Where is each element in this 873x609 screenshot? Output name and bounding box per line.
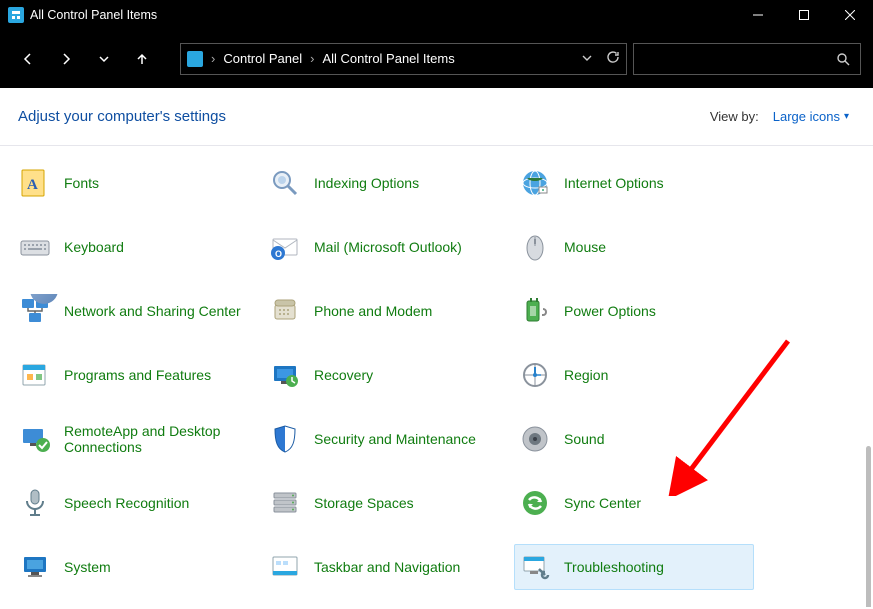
item-label: Recovery	[314, 367, 373, 383]
control-panel-item-sound[interactable]: Sound	[514, 416, 754, 462]
item-label: Phone and Modem	[314, 303, 432, 319]
sub-header: Adjust your computer's settings View by:…	[0, 88, 873, 146]
item-label: Power Options	[564, 303, 656, 319]
item-label: Speech Recognition	[64, 495, 189, 511]
address-bar[interactable]: › Control Panel › All Control Panel Item…	[180, 43, 627, 75]
control-panel-item-fonts[interactable]: A Fonts	[14, 160, 254, 206]
internet-icon	[518, 166, 552, 200]
item-label: Network and Sharing Center	[64, 303, 241, 319]
breadcrumb-separator: ›	[310, 51, 314, 66]
control-panel-item-programs-and-features[interactable]: Programs and Features	[14, 352, 254, 398]
mail-icon: O	[268, 230, 302, 264]
item-label: Sync Center	[564, 495, 641, 511]
item-label: Storage Spaces	[314, 495, 414, 511]
fonts-icon: A	[18, 166, 52, 200]
control-panel-item-storage-spaces[interactable]: Storage Spaces	[264, 480, 504, 526]
indexing-icon	[268, 166, 302, 200]
breadcrumb-separator: ›	[211, 51, 215, 66]
control-panel-item-security-and-maintenance[interactable]: Security and Maintenance	[264, 416, 504, 462]
sync-icon	[518, 486, 552, 520]
control-panel-item-phone-and-modem[interactable]: Phone and Modem	[264, 288, 504, 334]
control-panel-item-internet-options[interactable]: Internet Options	[514, 160, 754, 206]
up-button[interactable]	[126, 43, 158, 75]
maximize-button[interactable]	[781, 0, 827, 30]
breadcrumb-all-items[interactable]: All Control Panel Items	[322, 51, 454, 66]
item-label: RemoteApp and Desktop Connections	[64, 423, 244, 455]
control-panel-icon	[8, 7, 24, 23]
control-panel-item-remoteapp-and-desktop-connections[interactable]: RemoteApp and Desktop Connections	[14, 416, 254, 462]
item-label: Region	[564, 367, 608, 383]
control-panel-item-power-options[interactable]: Power Options	[514, 288, 754, 334]
region-icon	[518, 358, 552, 392]
control-panel-item-troubleshooting[interactable]: Troubleshooting	[514, 544, 754, 590]
control-panel-item-indexing-options[interactable]: Indexing Options	[264, 160, 504, 206]
page-heading: Adjust your computer's settings	[18, 108, 226, 125]
recent-dropdown-button[interactable]	[88, 43, 120, 75]
svg-text:A: A	[27, 177, 38, 193]
item-label: Sound	[564, 431, 604, 447]
power-icon	[518, 294, 552, 328]
control-panel-item-mouse[interactable]: Mouse	[514, 224, 754, 270]
troubleshooting-icon	[518, 550, 552, 584]
item-label: Troubleshooting	[564, 559, 664, 575]
control-panel-item-mail-microsoft-outlook[interactable]: O Mail (Microsoft Outlook)	[264, 224, 504, 270]
title-bar: All Control Panel Items	[0, 0, 873, 30]
control-panel-item-sync-center[interactable]: Sync Center	[514, 480, 754, 526]
item-label: Taskbar and Navigation	[314, 559, 460, 575]
navigation-bar: › Control Panel › All Control Panel Item…	[0, 30, 873, 88]
close-button[interactable]	[827, 0, 873, 30]
item-label: Mail (Microsoft Outlook)	[314, 239, 462, 255]
search-icon	[836, 52, 850, 66]
item-label: Security and Maintenance	[314, 431, 476, 447]
item-label: Programs and Features	[64, 367, 211, 383]
system-icon	[18, 550, 52, 584]
back-button[interactable]	[12, 43, 44, 75]
refresh-button[interactable]	[606, 50, 620, 67]
item-label: Indexing Options	[314, 175, 419, 191]
mouse-icon	[518, 230, 552, 264]
control-panel-item-keyboard[interactable]: Keyboard	[14, 224, 254, 270]
recovery-icon	[268, 358, 302, 392]
minimize-button[interactable]	[735, 0, 781, 30]
control-panel-item-recovery[interactable]: Recovery	[264, 352, 504, 398]
security-icon	[268, 422, 302, 456]
scrollbar-thumb[interactable]	[866, 446, 871, 607]
item-label: Fonts	[64, 175, 99, 191]
sound-icon	[518, 422, 552, 456]
control-panel-item-speech-recognition[interactable]: Speech Recognition	[14, 480, 254, 526]
search-box[interactable]	[633, 43, 861, 75]
item-label: Internet Options	[564, 175, 664, 191]
item-label: Mouse	[564, 239, 606, 255]
phone-icon	[268, 294, 302, 328]
window-title: All Control Panel Items	[30, 8, 157, 22]
control-panel-item-taskbar-and-navigation[interactable]: Taskbar and Navigation	[264, 544, 504, 590]
forward-button[interactable]	[50, 43, 82, 75]
item-label: System	[64, 559, 111, 575]
view-by-label: View by:	[710, 109, 759, 124]
control-panel-item-system[interactable]: System	[14, 544, 254, 590]
partial-item-above	[30, 294, 60, 304]
control-panel-breadcrumb-icon	[187, 51, 203, 67]
view-by-select[interactable]: Large icons	[767, 107, 855, 126]
control-panel-item-region[interactable]: Region	[514, 352, 754, 398]
address-dropdown-button[interactable]	[582, 51, 592, 66]
control-panel-grid: A Fonts Indexing Options Internet Option…	[0, 146, 873, 607]
remoteapp-icon	[18, 422, 52, 456]
taskbar-icon	[268, 550, 302, 584]
content-area: A Fonts Indexing Options Internet Option…	[0, 146, 873, 607]
keyboard-icon	[18, 230, 52, 264]
speech-icon	[18, 486, 52, 520]
item-label: Keyboard	[64, 239, 124, 255]
programs-icon	[18, 358, 52, 392]
storage-icon	[268, 486, 302, 520]
breadcrumb-control-panel[interactable]: Control Panel	[223, 51, 302, 66]
svg-text:O: O	[275, 249, 282, 259]
